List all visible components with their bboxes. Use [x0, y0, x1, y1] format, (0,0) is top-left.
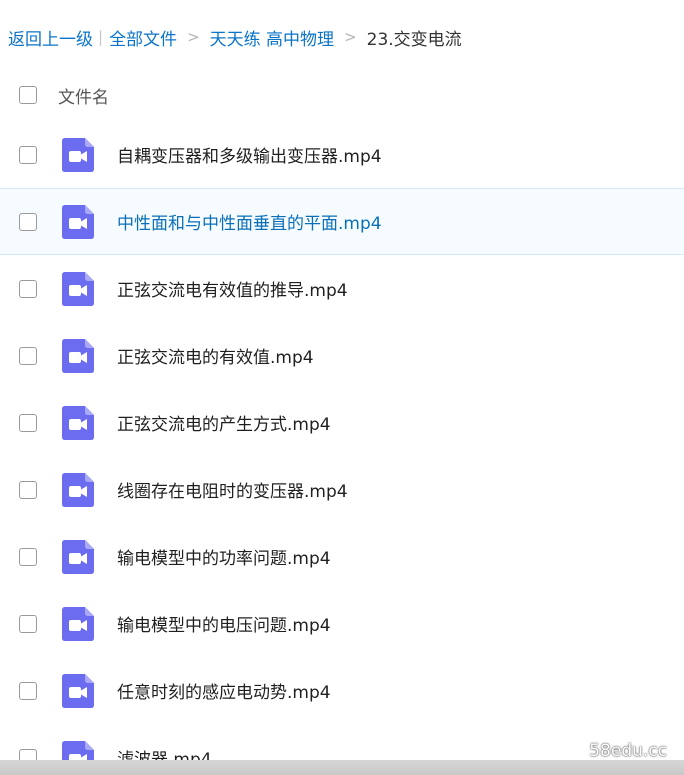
video-file-icon — [62, 271, 94, 306]
file-row[interactable]: 自耦变压器和多级输出变压器.mp4 — [0, 121, 684, 188]
video-file-icon — [62, 137, 94, 172]
file-name[interactable]: 正弦交流电有效值的推导.mp4 — [117, 276, 348, 301]
video-file-icon — [62, 472, 94, 507]
file-row[interactable]: 输电模型中的功率问题.mp4 — [0, 523, 684, 590]
file-row[interactable]: 正弦交流电的有效值.mp4 — [0, 322, 684, 389]
select-all-checkbox[interactable] — [19, 86, 37, 104]
video-file-icon — [62, 539, 94, 574]
row-checkbox[interactable] — [19, 212, 37, 231]
file-row[interactable]: 中性面和与中性面垂直的平面.mp4 — [0, 188, 684, 255]
video-file-icon — [62, 338, 94, 373]
file-row[interactable]: 任意时刻的感应电动势.mp4 — [0, 657, 684, 724]
file-row[interactable]: 正弦交流电有效值的推导.mp4 — [0, 255, 684, 322]
breadcrumb-folder[interactable]: 天天练 高中物理 — [210, 25, 334, 50]
row-checkbox[interactable] — [19, 145, 37, 164]
row-checkbox[interactable] — [19, 547, 37, 566]
file-name[interactable]: 正弦交流电的有效值.mp4 — [117, 343, 314, 368]
file-browser: 返回上一级 | 全部文件 > 天天练 高中物理 > 23.交变电流 文件名 自耦… — [0, 0, 684, 775]
file-name[interactable]: 自耦变压器和多级输出变压器.mp4 — [117, 142, 382, 167]
back-link[interactable]: 返回上一级 — [8, 25, 93, 50]
file-name[interactable]: 线圈存在电阻时的变压器.mp4 — [117, 477, 348, 502]
list-header: 文件名 — [0, 74, 684, 116]
row-checkbox[interactable] — [19, 413, 37, 432]
file-row[interactable]: 正弦交流电的产生方式.mp4 — [0, 389, 684, 456]
row-checkbox[interactable] — [19, 279, 37, 298]
breadcrumb-separator: > — [344, 28, 357, 46]
file-row[interactable]: 输电模型中的电压问题.mp4 — [0, 590, 684, 657]
watermark: 58edu.cc — [589, 741, 667, 761]
breadcrumb-separator: > — [187, 28, 200, 46]
row-checkbox[interactable] — [19, 614, 37, 633]
video-file-icon — [62, 673, 94, 708]
column-file-name[interactable]: 文件名 — [58, 83, 109, 108]
file-name[interactable]: 中性面和与中性面垂直的平面.mp4 — [117, 209, 382, 234]
video-file-icon — [62, 606, 94, 641]
row-checkbox[interactable] — [19, 346, 37, 365]
file-name[interactable]: 任意时刻的感应电动势.mp4 — [117, 678, 331, 703]
file-row[interactable]: 线圈存在电阻时的变压器.mp4 — [0, 456, 684, 523]
file-list: 自耦变压器和多级输出变压器.mp4 中性面和与中性面垂直的平面.mp4 正弦交流电有… — [0, 121, 684, 775]
row-checkbox[interactable] — [19, 480, 37, 499]
file-name[interactable]: 输电模型中的功率问题.mp4 — [117, 544, 331, 569]
file-name[interactable]: 输电模型中的电压问题.mp4 — [117, 611, 331, 636]
breadcrumb: 返回上一级 | 全部文件 > 天天练 高中物理 > 23.交变电流 — [8, 24, 462, 50]
horizontal-scrollbar[interactable] — [0, 760, 684, 775]
breadcrumb-divider: | — [98, 28, 104, 46]
video-file-icon — [62, 405, 94, 440]
file-name[interactable]: 正弦交流电的产生方式.mp4 — [117, 410, 331, 435]
breadcrumb-current: 23.交变电流 — [366, 29, 462, 50]
breadcrumb-all-files[interactable]: 全部文件 — [109, 25, 177, 50]
video-file-icon — [62, 204, 94, 239]
row-checkbox[interactable] — [19, 681, 37, 700]
